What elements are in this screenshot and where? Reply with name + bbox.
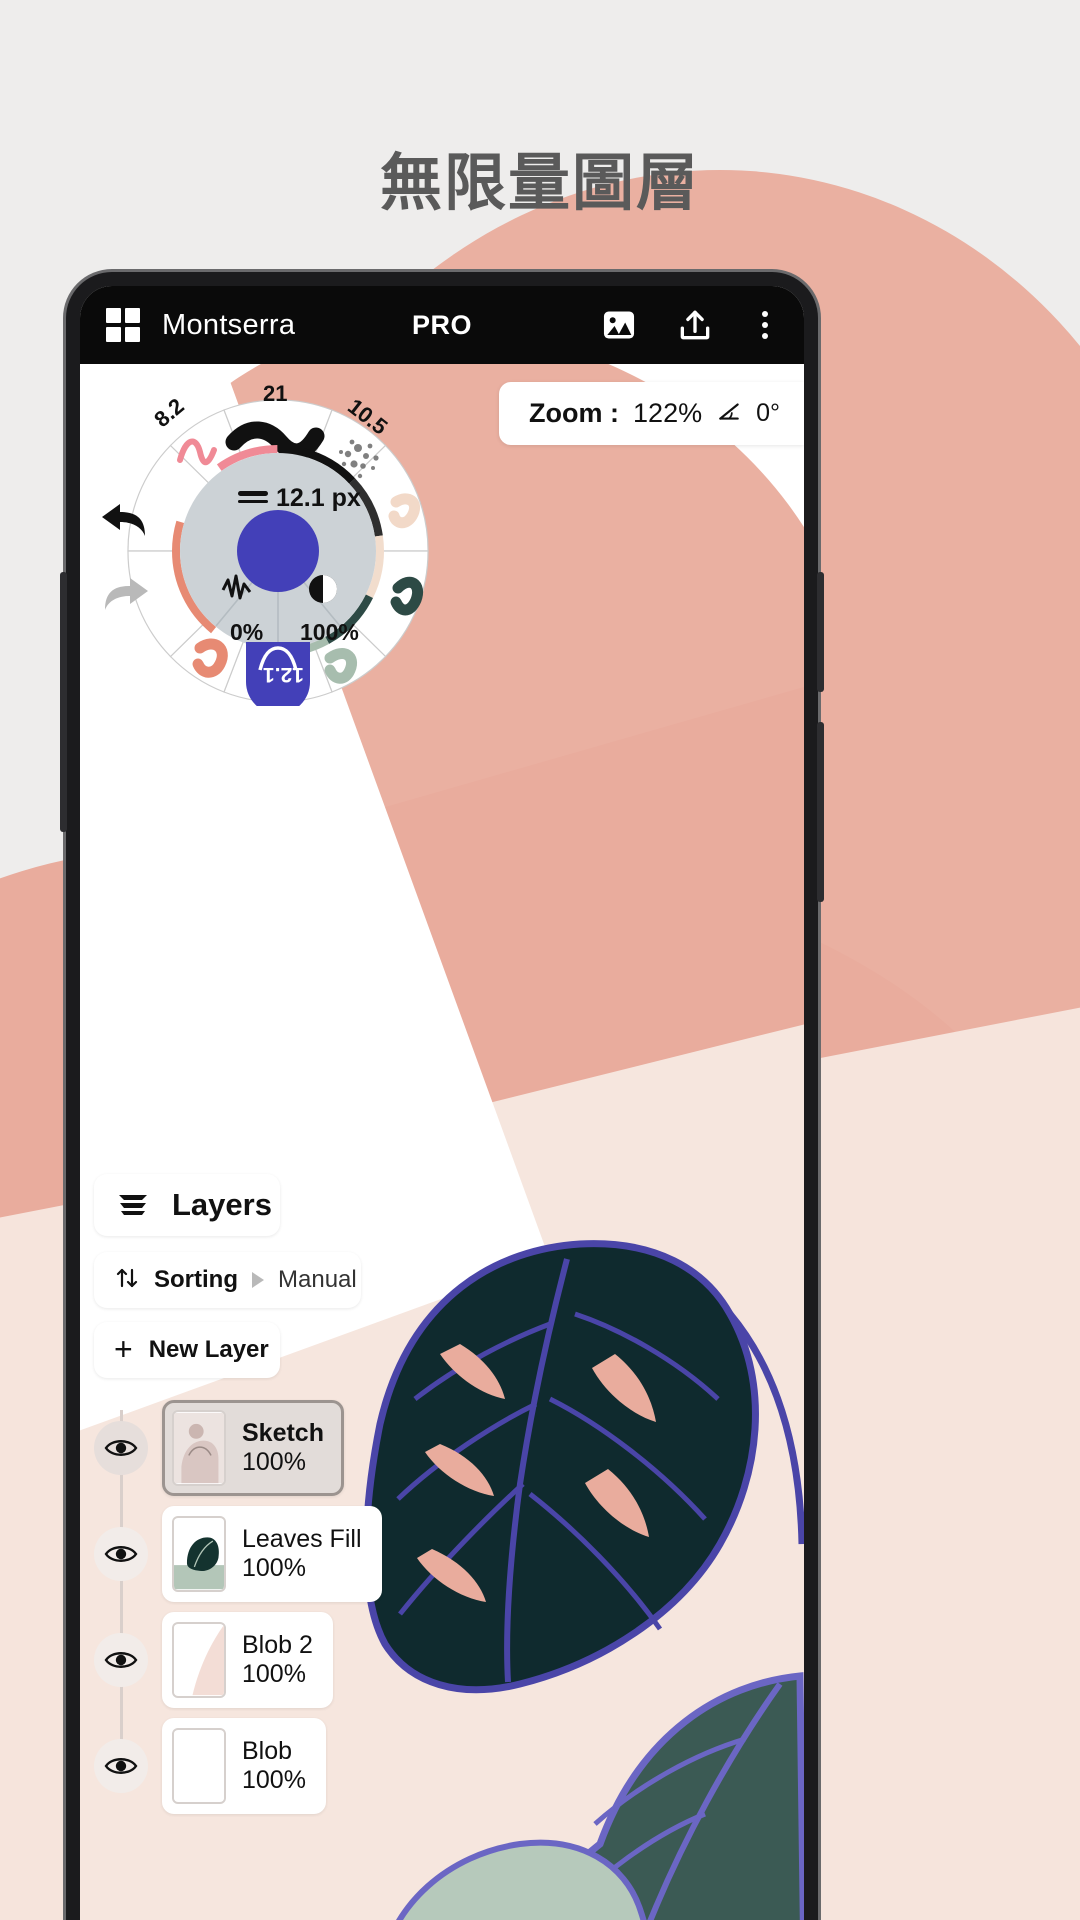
pro-badge[interactable]: PRO [412, 310, 472, 341]
more-vertical-icon[interactable] [752, 311, 778, 339]
sorting-button[interactable]: Sorting Manual [94, 1252, 361, 1308]
layers-icon [116, 1188, 150, 1223]
layer-opacity: 100% [242, 1766, 306, 1794]
layer-row[interactable]: Sketch 100% [94, 1400, 424, 1496]
layer-card[interactable]: Leaves Fill 100% [162, 1506, 382, 1602]
layer-card[interactable]: Blob 100% [162, 1718, 326, 1814]
brush-label-1: 21 [263, 381, 288, 406]
layer-thumbnail [172, 1516, 226, 1592]
layer-card[interactable]: Blob 2 100% [162, 1612, 333, 1708]
layer-list: Sketch 100% Leaves Fill 100% Blob 2 100%… [94, 1400, 424, 1814]
layer-thumbnail [172, 1622, 226, 1698]
phone-screen: Montserra PRO Zoom: 122% 0° 8.2 21 10.5… [80, 286, 804, 1920]
sorting-label: Sorting [154, 1266, 238, 1293]
eye-icon[interactable] [94, 1421, 148, 1475]
opacity-min-label: 0% [230, 619, 264, 645]
layer-name: Leaves Fill [242, 1524, 362, 1553]
zoom-indicator-panel[interactable]: Zoom : 122% 0° [499, 382, 804, 445]
zoom-value: 122% [633, 398, 703, 428]
grid-menu-icon[interactable] [106, 308, 140, 342]
drawing-canvas[interactable]: Zoom : 122% 0° 8.2 21 10.5 12.1 px 0% 10… [80, 364, 804, 1920]
slider-value-label: 12.1 [263, 663, 304, 686]
new-layer-label: New Layer [148, 1336, 269, 1363]
layer-opacity: 100% [242, 1554, 306, 1582]
phone-button-right-bottom [817, 722, 824, 902]
image-icon[interactable] [600, 306, 638, 344]
app-toolbar: Montserra PRO [80, 286, 804, 364]
layers-header-button[interactable]: Layers [94, 1174, 280, 1236]
eye-icon[interactable] [94, 1739, 148, 1793]
layer-name: Sketch [242, 1418, 324, 1447]
app-title: Montserra [162, 308, 296, 341]
layer-row[interactable]: Blob 100% [94, 1718, 424, 1814]
eye-icon[interactable] [94, 1527, 148, 1581]
undo-arrow-icon[interactable] [98, 498, 150, 542]
page-headline: 無限量圖層 [379, 149, 700, 218]
phone-mockup: Montserra PRO Zoom: 122% 0° 8.2 21 10.5… [60, 272, 824, 1920]
plus-icon: + [114, 1330, 133, 1367]
sort-icon [114, 1265, 140, 1296]
redo-arrow-icon[interactable] [100, 572, 152, 616]
eye-icon[interactable] [94, 1633, 148, 1687]
angle-icon [716, 398, 742, 429]
color-swatch-button [237, 510, 319, 592]
phone-button-right-top [817, 572, 824, 692]
contrast-icon [309, 575, 337, 603]
sorting-value: Manual [278, 1266, 357, 1293]
rotation-value: 0° [756, 399, 780, 427]
layer-thumbnail [172, 1728, 226, 1804]
brush-size-value: 12.1 px [276, 484, 361, 512]
layer-name: Blob [242, 1736, 293, 1765]
layer-card[interactable]: Sketch 100% [162, 1400, 344, 1496]
zoom-label: Zoom : [529, 398, 620, 428]
brush-radial-menu[interactable]: 8.2 21 10.5 12.1 px 0% 100% 12.1 [102, 376, 448, 714]
upload-icon[interactable] [676, 306, 714, 344]
layers-header-label: Layers [172, 1187, 272, 1222]
phone-button-left [60, 572, 67, 832]
layer-opacity: 100% [242, 1448, 306, 1476]
layer-row[interactable]: Blob 2 100% [94, 1612, 424, 1708]
layer-name: Blob 2 [242, 1630, 313, 1659]
opacity-max-label: 100% [300, 619, 359, 645]
layer-opacity: 100% [242, 1660, 306, 1688]
chevron-right-icon [252, 1272, 264, 1288]
layers-panel: Layers Sorting Manual + New Layer Sketch… [94, 1174, 424, 1920]
layer-thumbnail [172, 1410, 226, 1486]
layer-row[interactable]: Leaves Fill 100% [94, 1506, 424, 1602]
new-layer-button[interactable]: + New Layer [94, 1322, 280, 1378]
